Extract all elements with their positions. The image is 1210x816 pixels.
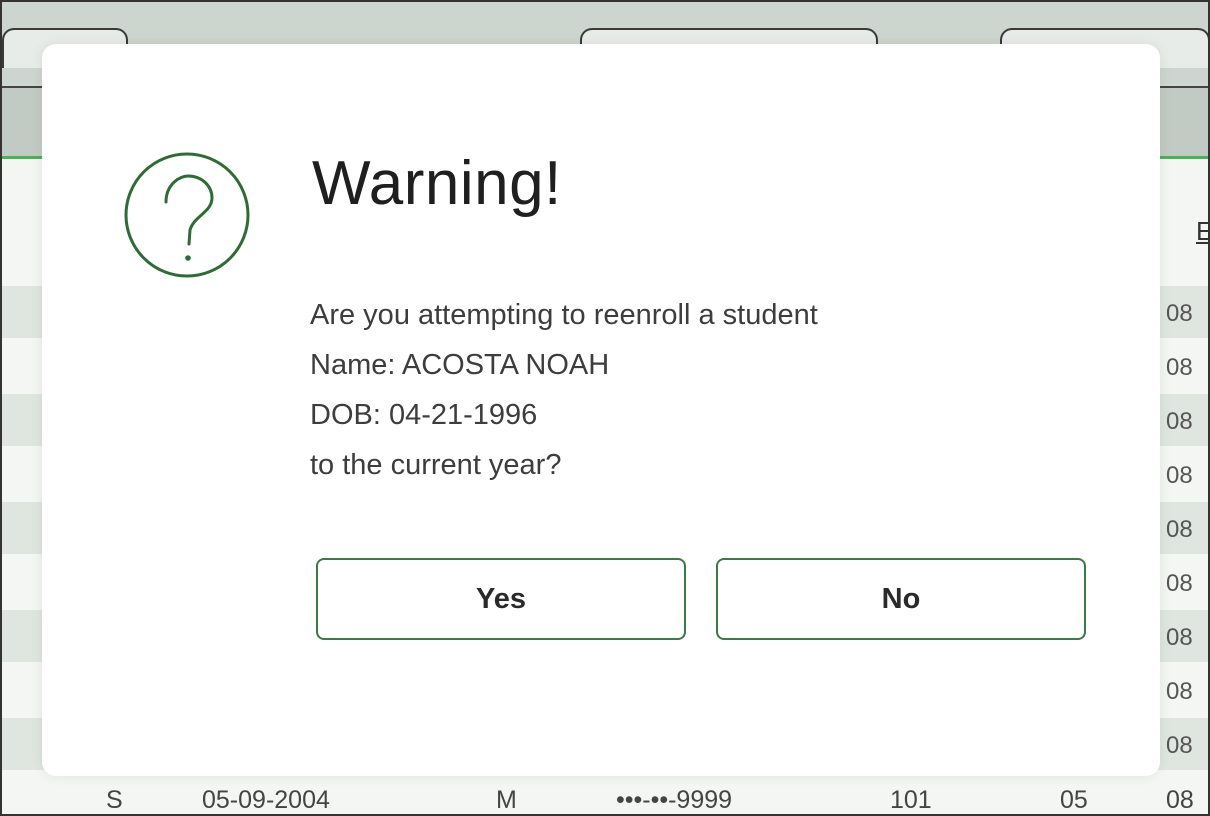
table-cell: •••-••-9999: [616, 786, 733, 814]
table-cell: 08: [1166, 624, 1193, 651]
table-cell: 08: [1166, 570, 1193, 597]
question-circle-icon: [124, 152, 250, 278]
table-cell: 08: [1166, 354, 1193, 381]
table-cell: M: [496, 786, 517, 814]
table-cell: 08: [1166, 516, 1193, 543]
message-line: to the current year?: [310, 449, 562, 481]
table-cell: 05-09-2004: [202, 786, 330, 814]
dialog-message: Are you attempting to reenroll a student…: [310, 290, 1030, 490]
table-cell: 08: [1166, 786, 1194, 814]
table-row: S 05-09-2004 M •••-••-9999 101 05 08: [2, 776, 1208, 816]
table-cell: 08: [1166, 678, 1193, 705]
warning-dialog: Warning! Are you attempting to reenroll …: [42, 44, 1160, 776]
table-cell: S: [106, 786, 123, 814]
table-cell: 08: [1166, 732, 1193, 759]
no-button[interactable]: No: [716, 558, 1086, 640]
table-cell: 08: [1166, 462, 1193, 489]
table-cell: 08: [1166, 300, 1193, 327]
message-line-name: Name: ACOSTA NOAH: [310, 349, 610, 381]
message-line-dob: DOB: 04-21-1996: [310, 399, 538, 431]
yes-button[interactable]: Yes: [316, 558, 686, 640]
dialog-title: Warning!: [312, 149, 562, 218]
background-column-header-link: E: [1196, 216, 1210, 246]
table-cell: 101: [890, 786, 932, 814]
table-cell: 05: [1060, 786, 1088, 814]
table-cell: 08: [1166, 408, 1193, 435]
message-line: Are you attempting to reenroll a student: [310, 299, 818, 331]
